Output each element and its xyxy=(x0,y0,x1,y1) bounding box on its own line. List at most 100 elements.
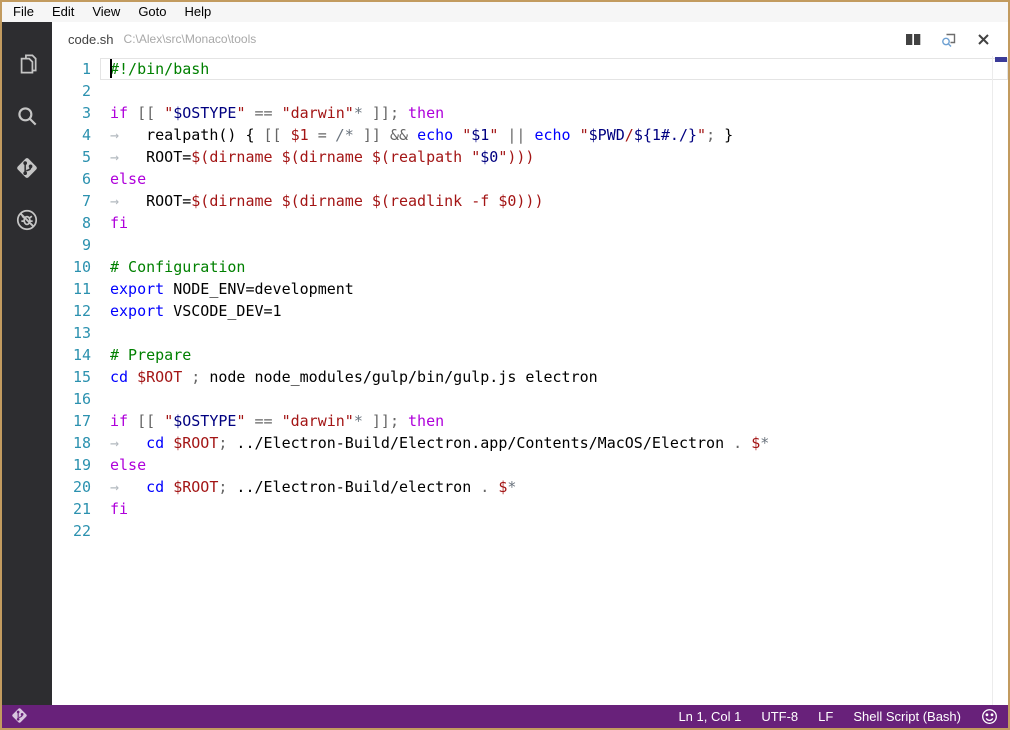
line-number[interactable]: 13 xyxy=(52,322,100,344)
code-line[interactable]: 22 xyxy=(52,520,1008,542)
code-token: export xyxy=(110,302,165,320)
encoding-indicator[interactable]: UTF-8 xyxy=(761,709,798,724)
code-line[interactable]: 6 else xyxy=(52,168,1008,190)
explorer-icon[interactable] xyxy=(2,38,52,90)
code-token: cd xyxy=(146,478,165,496)
code-line[interactable]: 7 → ROOT=$(dirname $(dirname $(readlink -… xyxy=(52,190,1008,212)
line-number[interactable]: 15 xyxy=(52,366,100,388)
line-number[interactable]: 20 xyxy=(52,476,100,498)
code-token: $PWD xyxy=(588,126,625,144)
code-line[interactable]: 1 #!/bin/bash xyxy=(52,58,1008,80)
open-preview-icon[interactable] xyxy=(940,31,957,48)
line-number[interactable]: 3 xyxy=(52,102,100,124)
git-branch-icon[interactable] xyxy=(10,706,29,728)
code-line[interactable]: 12 export VSCODE_DEV=1 xyxy=(52,300,1008,322)
code-line[interactable]: 18 → cd $ROOT; ../Electron-Build/Electron… xyxy=(52,432,1008,454)
tab-filename[interactable]: code.sh xyxy=(68,32,114,47)
code-token: || xyxy=(507,126,526,144)
app-window: File Edit View Goto Help code.sh C:\Alex… xyxy=(0,0,1010,730)
line-number[interactable]: 8 xyxy=(52,212,100,234)
split-editor-icon[interactable] xyxy=(905,31,922,48)
tab-filepath: C:\Alex\src\Monaco\tools xyxy=(123,32,257,46)
code-token: VSCODE_DEV=1 xyxy=(164,302,282,320)
line-number[interactable]: 10 xyxy=(52,256,100,278)
menu-item-file[interactable]: File xyxy=(4,2,43,22)
menu-item-help[interactable]: Help xyxy=(176,2,221,22)
code-token: $OSTYPE xyxy=(173,104,237,122)
code-token: ; xyxy=(706,126,716,144)
code-line[interactable]: 9 xyxy=(52,234,1008,256)
line-number[interactable]: 21 xyxy=(52,498,100,520)
line-number[interactable]: 5 xyxy=(52,146,100,168)
code-token: fi xyxy=(110,500,129,518)
line-number[interactable]: 12 xyxy=(52,300,100,322)
code-line-text: # Prepare xyxy=(100,344,1008,366)
line-number[interactable]: 22 xyxy=(52,520,100,542)
code-token: == xyxy=(254,412,273,430)
code-token: NODE_ENV=development xyxy=(164,280,354,298)
code-token: $1 xyxy=(290,126,309,144)
code-line[interactable]: 3 if [[ "$OSTYPE" == "darwin"* ]]; then xyxy=(52,102,1008,124)
line-number[interactable]: 9 xyxy=(52,234,100,256)
menu-item-view[interactable]: View xyxy=(83,2,129,22)
code-line[interactable]: 16 xyxy=(52,388,1008,410)
menu-item-goto[interactable]: Goto xyxy=(129,2,175,22)
line-number[interactable]: 7 xyxy=(52,190,100,212)
code-line[interactable]: 19 else xyxy=(52,454,1008,476)
search-icon[interactable] xyxy=(2,90,52,142)
code-token: $1 xyxy=(471,126,490,144)
code-line[interactable]: 4 → realpath() { [[ $1 = /* ]] && echo "$… xyxy=(52,124,1008,146)
line-number[interactable]: 1 xyxy=(52,58,100,80)
code-token: $ROOT xyxy=(173,478,219,496)
code-line-text: → cd $ROOT; ../Electron-Build/electron .… xyxy=(100,476,1008,498)
line-number[interactable]: 11 xyxy=(52,278,100,300)
language-indicator[interactable]: Shell Script (Bash) xyxy=(853,709,961,724)
code-token: " xyxy=(164,104,174,122)
code-line[interactable]: 20 → cd $ROOT; ../Electron-Build/electron… xyxy=(52,476,1008,498)
line-number[interactable]: 14 xyxy=(52,344,100,366)
debug-icon[interactable] xyxy=(2,194,52,246)
code-line[interactable]: 13 xyxy=(52,322,1008,344)
code-line[interactable]: 10 # Configuration xyxy=(52,256,1008,278)
code-line[interactable]: 11 export NODE_ENV=development xyxy=(52,278,1008,300)
vertical-scrollbar[interactable] xyxy=(992,56,1008,705)
code-token: " xyxy=(462,126,472,144)
line-number[interactable]: 17 xyxy=(52,410,100,432)
code-line[interactable]: 8 fi xyxy=(52,212,1008,234)
menu-item-edit[interactable]: Edit xyxy=(43,2,83,22)
line-number[interactable]: 6 xyxy=(52,168,100,190)
tab-actions xyxy=(905,31,998,48)
eol-indicator[interactable]: LF xyxy=(818,709,833,724)
code-line[interactable]: 21 fi xyxy=(52,498,1008,520)
code-area[interactable]: 1 #!/bin/bash 2 3 if [[ "$OSTYPE" == "darwin… xyxy=(52,56,1008,705)
line-number[interactable]: 18 xyxy=(52,432,100,454)
code-token: #!/bin/bash xyxy=(110,60,210,78)
git-icon[interactable] xyxy=(2,142,52,194)
code-line-text: #!/bin/bash xyxy=(100,58,1008,80)
menu-bar: File Edit View Goto Help xyxy=(2,2,1008,22)
code-token: ]] xyxy=(371,412,390,430)
line-number[interactable]: 2 xyxy=(52,80,100,102)
code-line[interactable]: 15 cd $ROOT ; node node_modules/gulp/bin/… xyxy=(52,366,1008,388)
code-line[interactable]: 17 if [[ "$OSTYPE" == "darwin"* ]]; then xyxy=(52,410,1008,432)
code-line-text: cd $ROOT ; node node_modules/gulp/bin/gu… xyxy=(100,366,1008,388)
line-number[interactable]: 19 xyxy=(52,454,100,476)
line-number[interactable]: 4 xyxy=(52,124,100,146)
close-icon[interactable] xyxy=(975,31,992,48)
code-line[interactable]: 5 → ROOT=$(dirname $(dirname $(realpath "… xyxy=(52,146,1008,168)
feedback-smiley-icon[interactable] xyxy=(981,708,998,725)
code-line-text: → realpath() { [[ $1 = /* ]] && echo "$1… xyxy=(100,124,1008,146)
text-cursor xyxy=(110,59,112,78)
code-line[interactable]: 2 xyxy=(52,80,1008,102)
line-col-indicator[interactable]: Ln 1, Col 1 xyxy=(678,709,741,724)
line-number[interactable]: 16 xyxy=(52,388,100,410)
code-token: * xyxy=(760,434,770,452)
code-line[interactable]: 14 # Prepare xyxy=(52,344,1008,366)
